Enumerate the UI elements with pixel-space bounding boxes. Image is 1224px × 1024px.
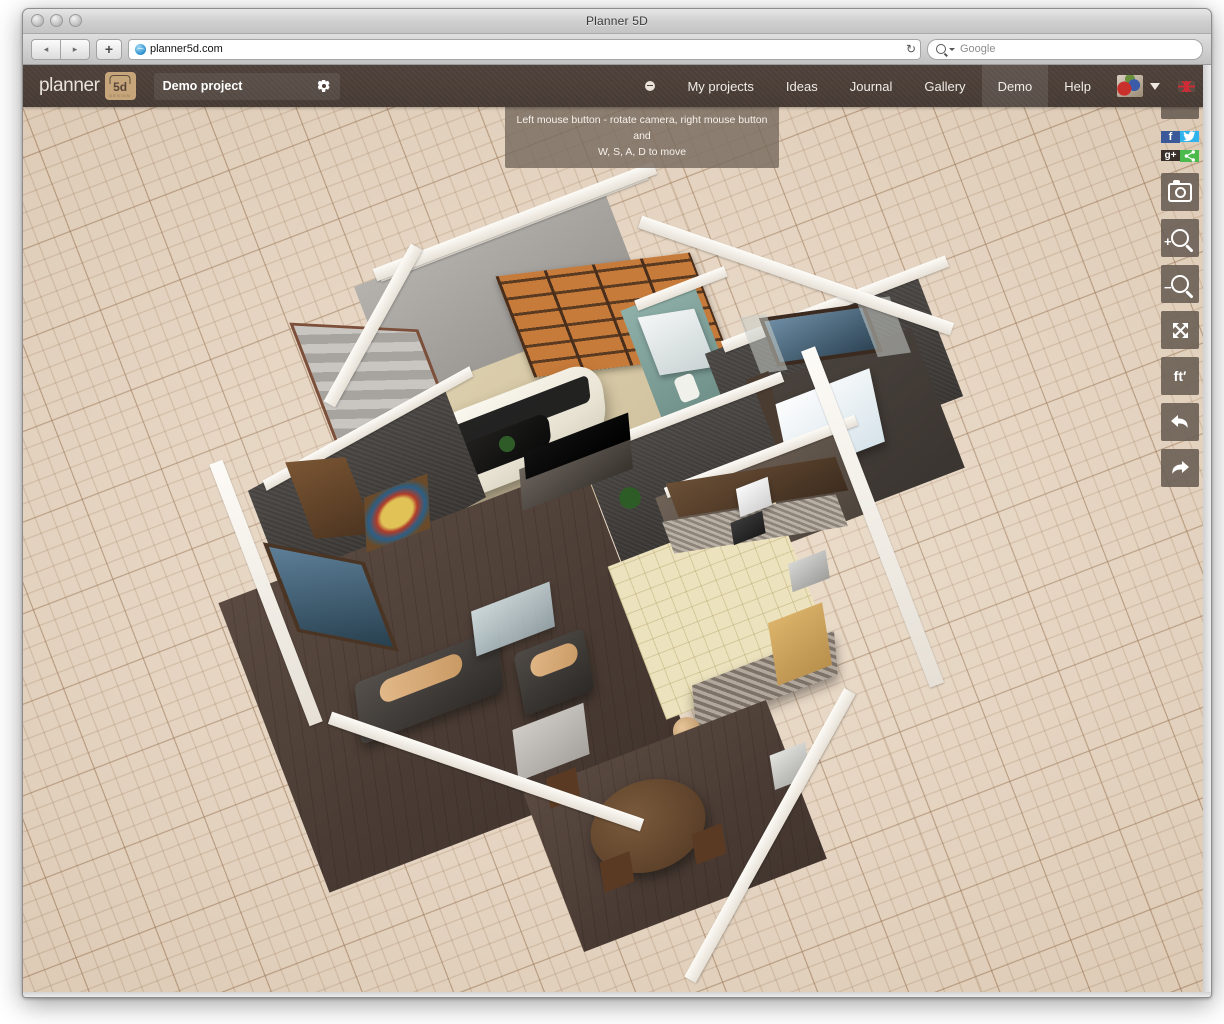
reload-icon[interactable]: ↻ xyxy=(906,42,916,56)
zoom-in-icon: + xyxy=(1171,229,1189,247)
circle-minus-icon xyxy=(645,81,655,91)
tooltip-line-2: W, S, A, D to move xyxy=(513,145,771,161)
nav-item-gallery[interactable]: Gallery xyxy=(908,65,981,107)
planner5d-logo[interactable]: planner 5d DESIGN xyxy=(39,72,136,100)
project-name-field[interactable]: Demo project xyxy=(154,73,340,100)
search-input[interactable]: Google xyxy=(927,39,1203,60)
avatar xyxy=(1117,75,1143,97)
forward-button[interactable]: ▸ xyxy=(60,39,90,60)
nav-item-my-projects[interactable]: My projects xyxy=(671,65,769,107)
nav-item-demo[interactable]: Demo xyxy=(982,65,1049,107)
minimize-window-button[interactable] xyxy=(50,14,63,27)
window-title-bar: Planner 5D xyxy=(23,9,1211,34)
search-icon xyxy=(936,44,946,54)
nav-item-help[interactable]: Help xyxy=(1048,65,1107,107)
viewport-toolbar: 2D f g+ xyxy=(1161,81,1199,487)
fullscreen-button[interactable] xyxy=(1161,311,1199,349)
navigation-buttons: ◂ ▸ xyxy=(31,39,90,60)
units-button[interactable]: ft′ xyxy=(1161,357,1199,395)
browser-window: Planner 5D ◂ ▸ + planner5d.com ↻ Google xyxy=(22,8,1212,998)
social-share-button[interactable]: f g+ xyxy=(1161,127,1199,165)
chevron-down-icon xyxy=(1150,83,1160,90)
globe-icon xyxy=(135,44,146,55)
expand-arrows-icon xyxy=(1171,321,1189,339)
zoom-window-button[interactable] xyxy=(69,14,82,27)
window-bottom-edge xyxy=(23,992,1211,998)
undo-icon xyxy=(1169,412,1191,432)
zoom-out-icon: − xyxy=(1171,275,1189,293)
back-button[interactable]: ◂ xyxy=(31,39,60,60)
viewport-3d[interactable] xyxy=(23,107,1211,998)
screenshot-button[interactable] xyxy=(1161,173,1199,211)
plus-sign: + xyxy=(1164,235,1172,248)
gear-icon[interactable] xyxy=(317,79,331,93)
close-window-button[interactable] xyxy=(31,14,44,27)
camera-icon xyxy=(1168,183,1192,202)
tooltip-line-1: Left mouse button - rotate camera, right… xyxy=(513,113,771,145)
undo-button[interactable] xyxy=(1161,403,1199,441)
camera-controls-tooltip: Left mouse button - rotate camera, right… xyxy=(505,107,779,168)
address-bar[interactable]: planner5d.com ↻ xyxy=(128,39,921,60)
nav-item-ideas[interactable]: Ideas xyxy=(770,65,834,107)
url-text: planner5d.com xyxy=(150,43,223,55)
logo-text: planner xyxy=(39,75,100,97)
window-title: Planner 5D xyxy=(586,14,648,28)
google-plus-icon[interactable]: g+ xyxy=(1161,150,1180,161)
page-content: planner 5d DESIGN Demo project My pro xyxy=(23,65,1211,998)
project-name-text: Demo project xyxy=(163,79,243,93)
twitter-icon[interactable] xyxy=(1180,131,1199,142)
redo-icon xyxy=(1169,458,1191,478)
nav-item-journal[interactable]: Journal xyxy=(834,65,909,107)
logo-badge: 5d DESIGN xyxy=(105,72,136,100)
share-icon[interactable] xyxy=(1180,150,1199,162)
search-placeholder: Google xyxy=(960,43,995,55)
zoom-in-button[interactable]: + xyxy=(1161,219,1199,257)
page-scrollbar-track[interactable] xyxy=(1203,65,1211,998)
united-kingdom-flag-icon xyxy=(1178,81,1195,92)
chevron-down-icon xyxy=(949,48,955,51)
house-model[interactable] xyxy=(165,161,1065,921)
minus-sign: − xyxy=(1164,281,1172,294)
nav-item-status[interactable] xyxy=(629,65,671,107)
redo-button[interactable] xyxy=(1161,449,1199,487)
new-tab-button[interactable]: + xyxy=(96,39,122,60)
main-navigation: My projects Ideas Journal Gallery Demo H… xyxy=(629,65,1211,107)
facebook-icon[interactable]: f xyxy=(1161,131,1180,143)
browser-toolbar: ◂ ▸ + planner5d.com ↻ Google xyxy=(23,34,1211,65)
window-controls[interactable] xyxy=(31,14,82,27)
app-header: planner 5d DESIGN Demo project My pro xyxy=(23,65,1211,107)
logo-badge-text: 5d xyxy=(113,81,127,93)
account-menu[interactable] xyxy=(1107,65,1166,107)
zoom-out-button[interactable]: − xyxy=(1161,265,1199,303)
desktop-background: Planner 5D ◂ ▸ + planner5d.com ↻ Google xyxy=(0,0,1224,1024)
